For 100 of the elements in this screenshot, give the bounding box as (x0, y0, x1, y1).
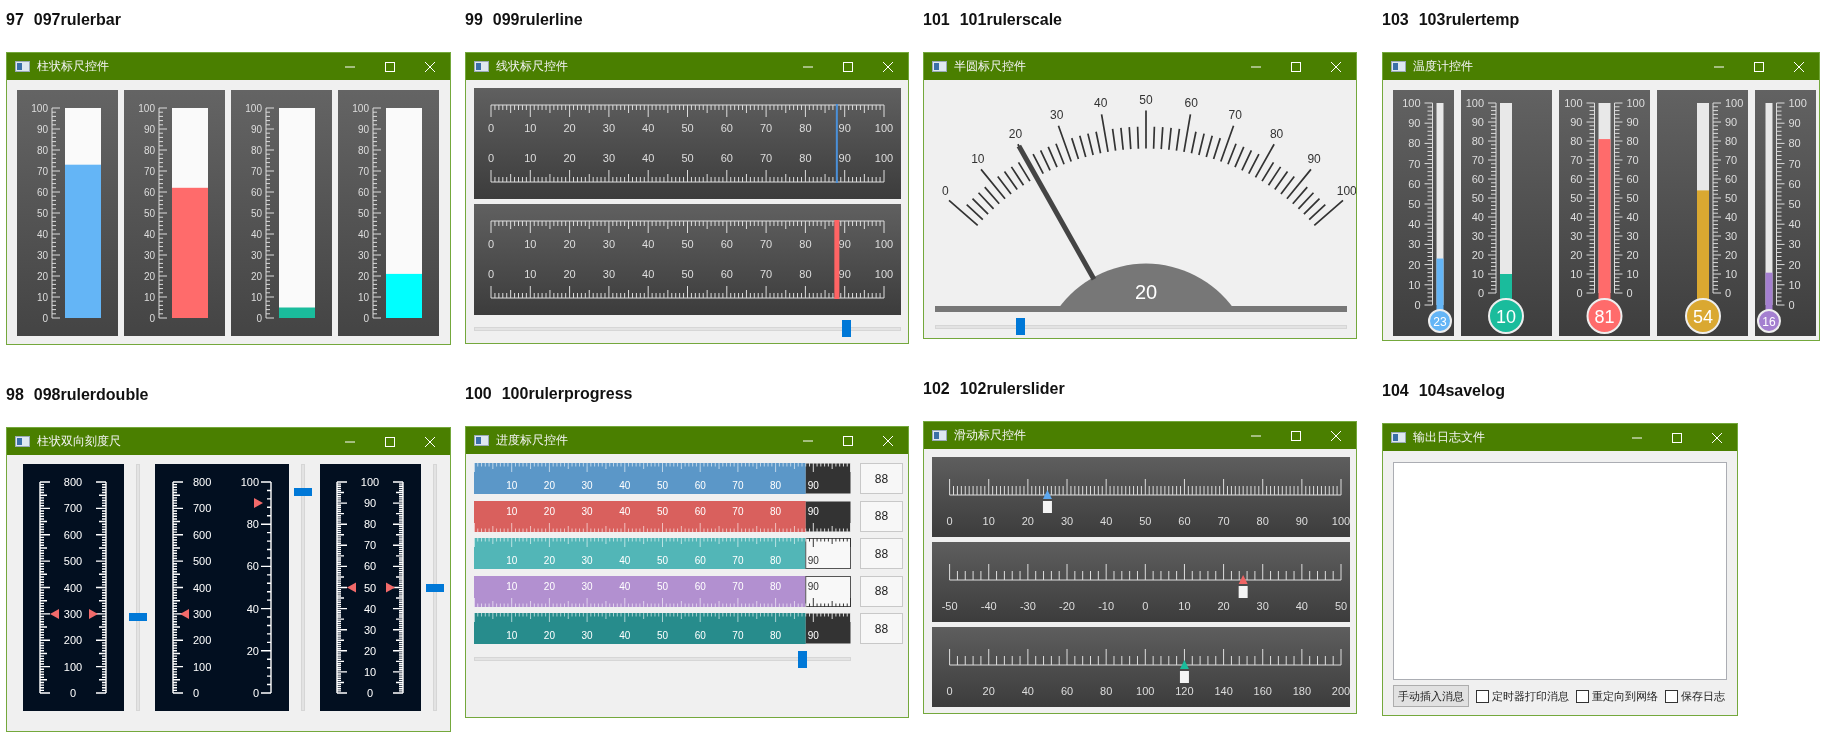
scale-label: 90 (807, 554, 819, 566)
scale-label: 100 (874, 238, 894, 250)
window-title: 线状标尺控件 (496, 58, 569, 75)
scale-label: 70 (250, 165, 262, 177)
maximize-icon (1754, 61, 1764, 72)
scale-label: 20 (982, 685, 995, 697)
checkbox-label[interactable]: 重定向到网络 (1592, 688, 1658, 704)
scale-label: 90 (250, 123, 262, 135)
scale-label: 20 (543, 479, 555, 491)
scale-label: 50 (681, 238, 694, 250)
scale-label: -20 (1059, 600, 1075, 612)
scale-label: 100 (874, 122, 894, 134)
maximize-icon (385, 61, 395, 72)
scale-label: 10 (982, 515, 995, 527)
temperature-value: 16 (1762, 315, 1776, 329)
scale-label: 60 (1060, 685, 1074, 697)
scale-label: 0 (256, 312, 262, 324)
scale-label: 90 (838, 268, 851, 280)
scale-label: 80 (357, 144, 369, 156)
app-icon (1391, 432, 1406, 443)
caption-title: 097rulerbar (33, 11, 121, 30)
scale-label: 90 (363, 497, 377, 510)
scale-label: 10 (250, 291, 262, 303)
checkbox[interactable] (1476, 689, 1489, 703)
window-title: 半圆标尺控件 (954, 58, 1027, 75)
scale-label: 60 (720, 152, 733, 164)
temperature-value: 23 (1433, 315, 1447, 329)
slider-handle[interactable] (1179, 671, 1189, 683)
slider-handle[interactable] (1238, 586, 1248, 598)
minimize-icon (1714, 65, 1724, 68)
scale-label: 20 (543, 505, 555, 516)
minimize-icon (345, 65, 355, 68)
scale-label: 80 (1256, 515, 1269, 527)
insert-button[interactable]: 手动插入消息 (1393, 685, 1469, 707)
scale-label: 90 (807, 629, 819, 641)
checkbox-label[interactable]: 定时器打印消息 (1492, 688, 1569, 704)
slider-thumb[interactable] (426, 583, 444, 592)
slider-handle[interactable] (1042, 501, 1052, 513)
scale-label: 20 (363, 644, 377, 657)
scale-label: 40 (1725, 211, 1738, 223)
scale-label: 10 (524, 268, 537, 280)
scale-label: 100 (360, 476, 380, 488)
scale-label: 80 (1626, 135, 1639, 147)
scale-label: -30 (1019, 600, 1036, 612)
checkbox[interactable] (1576, 689, 1589, 703)
scale-label: 90 (1788, 117, 1801, 130)
scale-label: 400 (193, 581, 212, 594)
scale-label: 50 (681, 122, 694, 134)
value-display: 88 (860, 463, 903, 494)
scale-label: 30 (602, 238, 616, 250)
scale-label: 80 (770, 580, 782, 591)
slider-thumb[interactable] (294, 487, 312, 496)
caption-title: 102rulerslider (959, 380, 1065, 399)
scale-label: 60 (720, 122, 733, 134)
window-title: 温度计控件 (1413, 58, 1474, 75)
scale-label: 50 (1334, 600, 1348, 612)
scale-label: 40 (642, 238, 655, 250)
scale-label: 0 (487, 268, 495, 280)
scale-label: 0 (1477, 287, 1484, 299)
scale-label: 60 (720, 268, 733, 280)
scale-label: 100 (1336, 184, 1356, 199)
caption-number: 103 (1382, 11, 1409, 30)
scale-label: 30 (1060, 515, 1074, 527)
scale-label: 60 (36, 186, 48, 198)
scale-label: 10 (506, 629, 518, 641)
scale-label: 300 (193, 607, 212, 620)
scale-label: 60 (694, 554, 706, 566)
temperature-value: 81 (1594, 307, 1615, 327)
checkbox-label[interactable]: 保存日志 (1681, 688, 1725, 704)
close-icon (1794, 61, 1804, 72)
scale-label: 70 (36, 165, 48, 177)
slider-thumb[interactable] (1015, 318, 1025, 335)
scale-label: 100 (1788, 97, 1807, 109)
thermometer-bulb (1488, 293, 1524, 334)
caption-title: 101rulerscale (959, 11, 1062, 30)
scale-label: -10 (1098, 600, 1115, 612)
scale-label: 50 (143, 207, 155, 219)
scale-label: 60 (720, 238, 733, 250)
scale-label: 200 (193, 634, 212, 647)
scale-label: 90 (357, 123, 369, 135)
scale-label: 90 (1471, 116, 1484, 128)
scale-label: 40 (1788, 218, 1801, 231)
scale-label: 20 (36, 270, 48, 282)
scale-label: 20 (1021, 515, 1034, 527)
scale-label: 60 (250, 186, 262, 198)
scale-label: 80 (770, 479, 782, 491)
checkbox[interactable] (1665, 689, 1678, 703)
scale-label: 700 (63, 502, 83, 515)
scale-label: 90 (36, 123, 48, 135)
scale-label: 90 (1408, 117, 1421, 130)
caption-title: 104savelog (1418, 382, 1505, 401)
slider-thumb[interactable] (129, 613, 147, 622)
scale-label: 80 (1788, 137, 1801, 150)
slider-thumb[interactable] (797, 650, 807, 668)
slider-thumb[interactable] (841, 320, 851, 337)
scale-label: 80 (799, 122, 812, 134)
scale-label: 100 (63, 660, 83, 673)
scale-label: 60 (1184, 96, 1198, 111)
scale-label: 10 (1408, 278, 1421, 291)
scale-label: 10 (1788, 278, 1801, 291)
